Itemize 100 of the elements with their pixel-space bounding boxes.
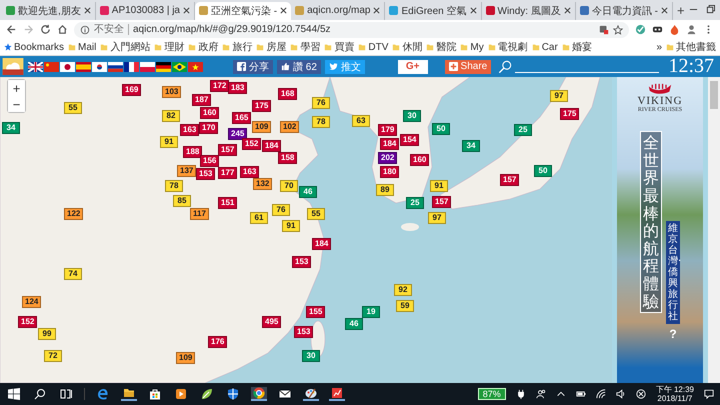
aqi-marker[interactable]: 156 [200,155,220,168]
search-icon[interactable] [32,388,48,400]
chrome-browser-icon[interactable] [251,387,267,402]
aqi-marker[interactable]: 70 [280,180,298,192]
aqi-marker[interactable]: 172 [210,80,230,92]
aqi-marker[interactable]: 184 [262,140,282,152]
flame-icon[interactable] [669,24,680,36]
facebook-share-button[interactable]: 分享 [233,60,273,74]
aqi-marker[interactable]: 55 [307,208,325,220]
avatar-icon[interactable] [686,24,697,36]
aqi-marker[interactable]: 30 [302,350,320,362]
taskbar-time[interactable]: 下午 12:39 [656,385,694,394]
aqi-marker[interactable]: 183 [228,82,248,94]
media-player-icon[interactable] [173,388,189,400]
map-drawing[interactable] [0,77,612,384]
browser-tab[interactable]: 亞洲空氣污染 - [195,2,292,20]
close-icon[interactable] [280,7,288,14]
aqi-marker[interactable]: 55 [64,102,82,114]
aqi-marker[interactable]: 160 [410,154,430,166]
cloud-logo-icon[interactable] [2,58,24,76]
bookmark-item[interactable]: Mail [68,42,96,53]
home-icon[interactable] [57,24,68,36]
volume-icon[interactable] [616,389,626,400]
aqi-marker[interactable]: 46 [345,318,363,330]
bookmark-item[interactable]: 其他書籤 [666,40,716,54]
bookmark-item[interactable]: 旅行 [222,40,252,54]
bookmark-item[interactable]: My [460,42,484,53]
google-plus-button[interactable]: G+ [398,60,428,74]
folder-icon[interactable] [121,387,137,402]
mail-icon[interactable] [277,388,293,400]
aqi-marker[interactable]: 169 [122,84,142,96]
aqi-marker[interactable]: 59 [396,300,414,312]
bookmark-item[interactable]: DTV [358,42,388,53]
aqi-marker[interactable]: 175 [252,100,272,112]
aqi-marker[interactable]: 25 [406,197,424,210]
aqi-marker[interactable]: 152 [18,316,38,328]
close-icon[interactable] [84,7,91,14]
aqi-marker[interactable]: 30 [403,110,421,122]
bookmark-item[interactable]: 買賣 [324,40,354,54]
close-icon[interactable] [183,7,190,14]
aqi-marker[interactable]: 102 [280,121,300,134]
close-icon[interactable] [373,7,380,14]
aqi-marker[interactable]: 25 [514,124,532,136]
bookmark-item[interactable]: 醫院 [426,40,456,54]
aqi-marker[interactable]: 19 [362,306,380,318]
bookmark-item[interactable]: 電視劇 [488,40,528,54]
aqi-marker[interactable]: 122 [64,208,84,220]
aqi-marker[interactable]: 91 [430,180,448,192]
bookmark-item[interactable]: 休閒 [392,40,422,54]
aqi-marker[interactable]: 103 [162,86,182,98]
aqi-marker[interactable]: 158 [278,152,298,164]
chart-app-icon[interactable] [329,387,345,402]
translate-icon[interactable] [599,24,609,35]
new-tab-button[interactable]: + [672,2,689,20]
aqi-marker[interactable]: 160 [200,107,220,120]
notification-icon[interactable] [704,389,714,400]
bookmark-item[interactable]: 政府 [188,40,218,54]
paint-palette-icon[interactable] [303,387,319,402]
aqi-marker[interactable]: 187 [192,94,212,106]
taskbar-date[interactable]: 2018/11/7 [657,394,692,404]
aqi-marker[interactable]: 165 [232,112,252,124]
aqi-marker[interactable]: 179 [378,124,398,136]
flag-icon[interactable] [28,62,43,72]
task-view-icon[interactable] [58,388,74,400]
flag-icon[interactable] [124,62,139,72]
aqi-marker[interactable]: 91 [282,220,300,232]
aqi-marker[interactable]: 495 [262,316,282,328]
extension-icon[interactable] [652,24,663,36]
bookmark-item[interactable]: Car [532,42,558,53]
aqi-marker[interactable]: 175 [560,108,580,120]
people-icon[interactable] [536,389,546,400]
aqi-marker[interactable]: 61 [250,212,268,224]
aqi-marker[interactable]: 245 [228,128,248,140]
flag-icon[interactable] [156,62,171,72]
more-bookmarks-button[interactable]: » [656,42,662,53]
shield-icon[interactable] [225,388,241,400]
aqi-marker[interactable]: 176 [208,336,228,348]
aqi-marker[interactable]: 202 [378,152,398,164]
aqi-marker[interactable]: 132 [253,178,272,190]
flag-icon[interactable] [92,62,107,72]
windows-start-icon[interactable] [6,388,22,400]
aqi-marker[interactable]: 34 [2,122,20,134]
address-bar[interactable]: 不安全 aqicn.org/map/hk/#@g/29.9019/120.7544/5z [74,22,629,38]
aqi-marker[interactable]: 168 [278,88,298,100]
aqi-marker[interactable]: 163 [240,166,260,178]
aqi-marker[interactable]: 99 [38,328,56,340]
aqi-marker[interactable]: 153 [292,256,312,268]
aqi-marker[interactable]: 50 [534,165,552,178]
close-icon[interactable] [660,7,668,14]
reload-icon[interactable] [40,24,51,36]
aqi-marker[interactable]: 109 [252,121,272,134]
aqi-marker[interactable]: 85 [173,195,191,208]
blocked-icon[interactable] [636,389,646,400]
aqi-marker[interactable]: 155 [306,306,326,318]
close-icon[interactable] [564,7,571,14]
aqi-marker[interactable]: 154 [400,134,420,146]
aqi-marker[interactable]: 76 [312,97,330,110]
aqi-marker[interactable]: 72 [44,350,62,362]
aqi-marker[interactable]: 63 [352,115,370,128]
aqi-marker[interactable]: 153 [196,168,216,180]
